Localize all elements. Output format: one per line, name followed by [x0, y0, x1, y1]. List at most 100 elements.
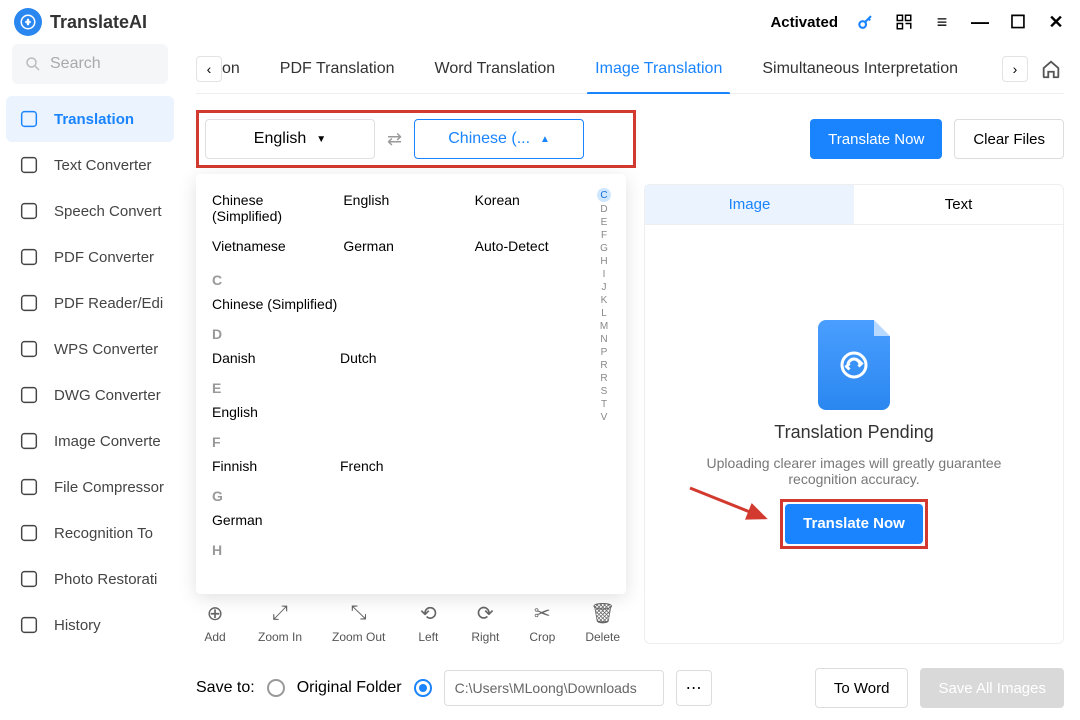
index-letter[interactable]: T — [601, 399, 607, 410]
tabs: ‹ tionPDF TranslationWord TranslationIma… — [196, 44, 1064, 94]
lang-option[interactable]: English — [212, 400, 340, 424]
menu-icon[interactable]: ≡ — [932, 12, 952, 32]
lang-option[interactable]: Chinese (Simplified) — [212, 188, 333, 228]
subtab-text[interactable]: Text — [854, 185, 1063, 225]
save-bar: Save to: Original Folder C:\Users\MLoong… — [196, 668, 1064, 708]
lang-option[interactable]: Vietnamese — [212, 234, 333, 258]
sidebar-icon — [18, 200, 40, 222]
index-letter[interactable]: D — [600, 204, 607, 215]
titlebar: TranslateAI Activated ≡ — ☐ ✕ — [0, 0, 1080, 44]
index-letter[interactable]: L — [601, 308, 607, 319]
zoom-out-icon: ⤡ — [346, 600, 372, 626]
sidebar-icon — [18, 338, 40, 360]
tool-right[interactable]: ⟳Right — [471, 600, 499, 644]
sidebar-item-text-converter[interactable]: Text Converter — [6, 142, 174, 188]
sidebar: Search TranslationText ConverterSpeech C… — [0, 44, 180, 720]
lang-option[interactable]: Danish — [212, 346, 340, 370]
index-letter[interactable]: M — [600, 321, 608, 332]
sidebar-item-pdf-converter[interactable]: PDF Converter — [6, 234, 174, 280]
home-icon[interactable] — [1038, 56, 1064, 82]
close-icon[interactable]: ✕ — [1046, 12, 1066, 32]
tabs-prev[interactable]: ‹ — [196, 56, 222, 82]
radio-original-folder[interactable] — [267, 679, 285, 697]
index-letter[interactable]: S — [601, 386, 608, 397]
tab-tion[interactable]: tion — [222, 44, 260, 94]
key-icon[interactable] — [856, 12, 876, 32]
index-letter[interactable]: G — [600, 243, 608, 254]
tab-word-translation[interactable]: Word Translation — [415, 44, 576, 94]
tab-image-translation[interactable]: Image Translation — [575, 44, 742, 94]
lang-option[interactable]: Chinese (Simplified) — [212, 292, 340, 316]
tool-zoom-in[interactable]: ⤢Zoom In — [258, 600, 302, 644]
lang-option[interactable]: German — [343, 234, 464, 258]
index-letter[interactable]: E — [601, 217, 608, 228]
annotation-arrow-icon — [685, 483, 775, 523]
language-selector-box: English ▼ ⇄ Chinese (... ▲ — [196, 110, 636, 168]
sidebar-item-image-converte[interactable]: Image Converte — [6, 418, 174, 464]
index-letter[interactable]: I — [603, 269, 606, 280]
sidebar-item-recognition-to[interactable]: Recognition To — [6, 510, 174, 556]
app-logo — [14, 8, 42, 36]
tool-crop[interactable]: ✂Crop — [529, 600, 555, 644]
index-letter[interactable]: K — [601, 295, 608, 306]
sidebar-icon — [18, 522, 40, 544]
sidebar-icon — [18, 154, 40, 176]
lang-option[interactable]: Korean — [475, 188, 596, 228]
sidebar-item-dwg-converter[interactable]: DWG Converter — [6, 372, 174, 418]
sidebar-item-pdf-reader-edi[interactable]: PDF Reader/Edi — [6, 280, 174, 326]
sidebar-icon — [18, 246, 40, 268]
sidebar-icon — [18, 476, 40, 498]
browse-button[interactable]: ⋯ — [676, 670, 712, 706]
tab-pdf-translation[interactable]: PDF Translation — [260, 44, 415, 94]
sidebar-item-file-compressor[interactable]: File Compressor — [6, 464, 174, 510]
index-letter[interactable]: J — [602, 282, 607, 293]
target-language[interactable]: Chinese (... ▲ — [414, 119, 584, 159]
save-path-input[interactable]: C:\Users\MLoong\Downloads — [444, 670, 664, 706]
subtab-image[interactable]: Image — [645, 185, 854, 225]
app-name: TranslateAI — [50, 12, 147, 33]
index-letter[interactable]: C — [597, 188, 611, 202]
swap-icon[interactable]: ⇄ — [387, 129, 402, 150]
clear-files-button[interactable]: Clear Files — [954, 119, 1064, 159]
index-letter[interactable]: N — [600, 334, 607, 345]
tabs-next[interactable]: › — [1002, 56, 1028, 82]
maximize-icon[interactable]: ☐ — [1008, 12, 1028, 32]
to-word-button[interactable]: To Word — [815, 668, 909, 708]
index-letter[interactable]: R — [600, 373, 607, 384]
sidebar-icon — [18, 568, 40, 590]
index-letter[interactable]: V — [601, 412, 608, 423]
save-all-images-button: Save All Images — [920, 668, 1064, 708]
index-letter[interactable]: F — [601, 230, 607, 241]
crop-icon: ✂ — [529, 600, 555, 626]
sidebar-item-translation[interactable]: Translation — [6, 96, 174, 142]
sidebar-item-photo-restorati[interactable]: Photo Restorati — [6, 556, 174, 602]
sidebar-icon — [18, 108, 40, 130]
lang-option[interactable]: French — [340, 454, 468, 478]
sidebar-item-speech-convert[interactable]: Speech Convert — [6, 188, 174, 234]
translate-now-button[interactable]: Translate Now — [810, 119, 942, 159]
tool-add[interactable]: ⊕Add — [202, 600, 228, 644]
search-input[interactable]: Search — [12, 44, 168, 84]
tool-zoom-out[interactable]: ⤡Zoom Out — [332, 600, 385, 644]
qr-icon[interactable] — [894, 12, 914, 32]
lang-option[interactable]: Finnish — [212, 454, 340, 478]
source-language[interactable]: English ▼ — [205, 119, 375, 159]
minimize-icon[interactable]: — — [970, 12, 990, 32]
alpha-index[interactable]: CDEFGHIJKLMNPRRSTV — [596, 188, 612, 580]
index-letter[interactable]: P — [601, 347, 608, 358]
lang-option[interactable]: English — [343, 188, 464, 228]
add-icon: ⊕ — [202, 600, 228, 626]
tab-simultaneous-interpretation[interactable]: Simultaneous Interpretation — [742, 44, 978, 94]
translate-now-cta[interactable]: Translate Now — [785, 504, 923, 544]
lang-option[interactable]: Dutch — [340, 346, 468, 370]
tool-delete[interactable]: 🗑Delete — [585, 600, 620, 644]
sidebar-item-wps-converter[interactable]: WPS Converter — [6, 326, 174, 372]
original-folder-label: Original Folder — [297, 679, 402, 697]
tool-left[interactable]: ⟲Left — [415, 600, 441, 644]
sidebar-item-history[interactable]: History — [6, 602, 174, 648]
lang-option[interactable]: German — [212, 508, 340, 532]
index-letter[interactable]: H — [600, 256, 607, 267]
lang-option[interactable]: Auto-Detect — [475, 234, 596, 258]
index-letter[interactable]: R — [600, 360, 607, 371]
radio-custom-path[interactable] — [414, 679, 432, 697]
